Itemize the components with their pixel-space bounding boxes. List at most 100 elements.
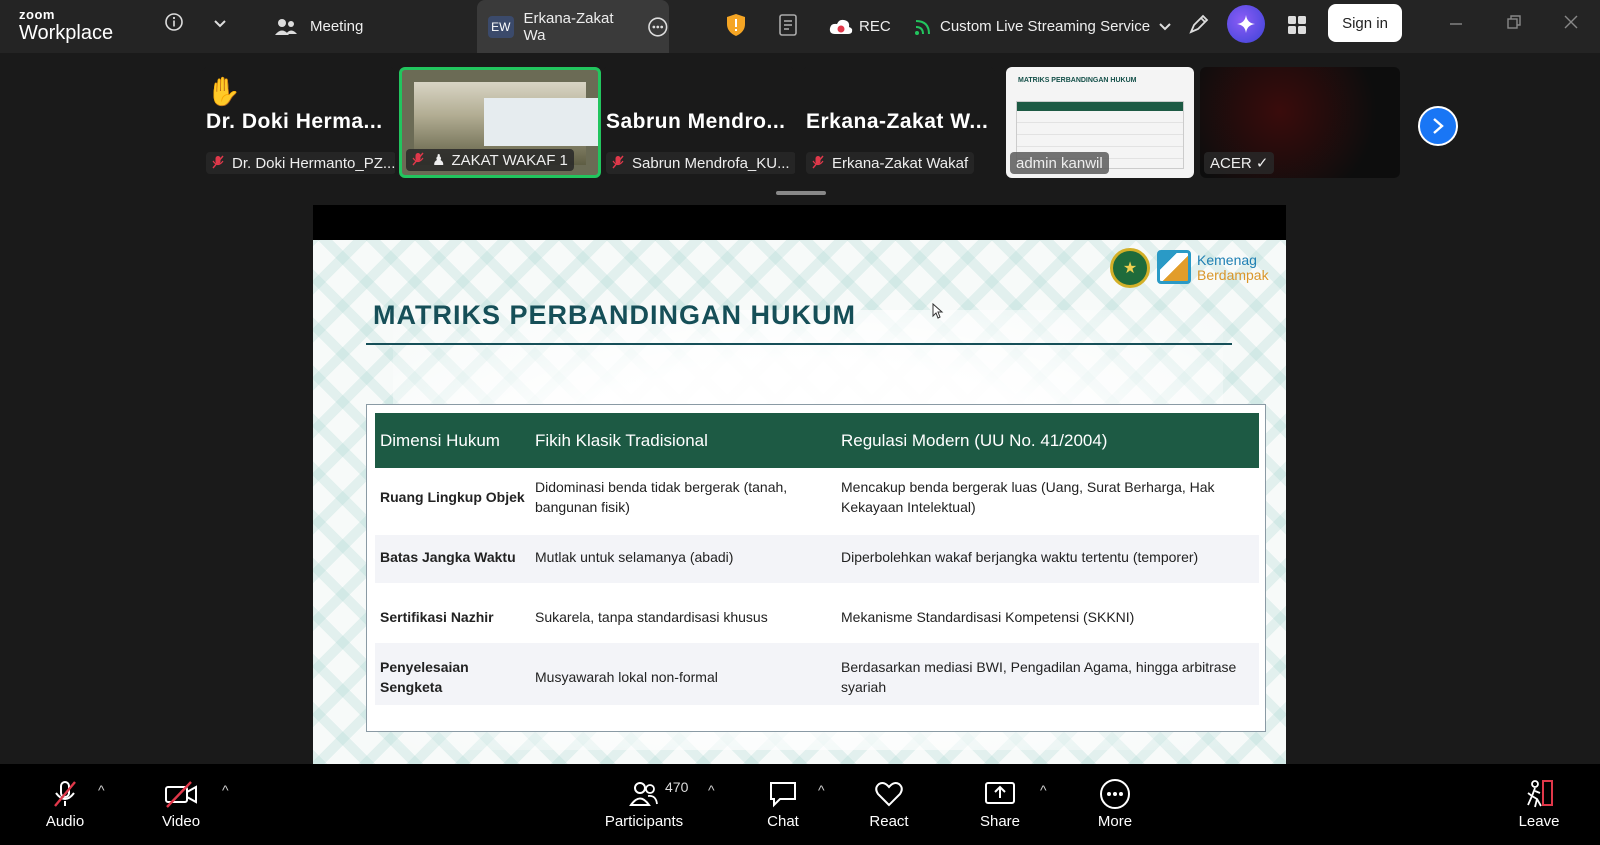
participant-nameplate: ♟ ZAKAT WAKAF 1	[406, 149, 574, 171]
more-button[interactable]: More	[1092, 764, 1138, 845]
share-options-chevron-icon[interactable]: ^	[1040, 782, 1047, 798]
participant-tile[interactable]: Sabrun Mendro... Sabrun Mendrofa_KU...	[602, 67, 795, 178]
strip-resize-handle[interactable]	[776, 191, 826, 195]
apps-icon[interactable]	[1284, 12, 1310, 38]
restore-icon[interactable]	[1506, 14, 1522, 35]
chevron-right-icon	[1433, 118, 1444, 134]
logo-line2: Workplace	[19, 22, 114, 44]
meeting-controls: Audio ^ Video ^ Participants 470 ^ Chat …	[0, 764, 1600, 845]
more-options-icon[interactable]	[647, 16, 669, 38]
leave-button[interactable]: Leave	[1516, 764, 1562, 845]
share-screen-icon	[984, 779, 1016, 809]
security-shield-icon[interactable]	[724, 12, 748, 38]
tab-shared-screen[interactable]: EW Erkana-Zakat Wa	[477, 0, 669, 53]
table-cell: Mencakup benda bergerak luas (Uang, Sura…	[841, 479, 1215, 515]
row-label: Sertifikasi Nazhir	[380, 609, 494, 625]
table-cell: Mutlak untuk selamanya (abadi)	[535, 549, 734, 565]
mic-muted-icon	[612, 155, 624, 172]
thumbnail-slide-title: MATRIKS PERBANDINGAN HUKUM	[1018, 77, 1137, 84]
participant-name: Sabrun Mendrofa_KU...	[632, 154, 790, 172]
leave-icon	[1523, 779, 1555, 809]
brand-line1: Kemenag	[1197, 252, 1257, 268]
video-label: Video	[161, 813, 201, 830]
participant-display-name: Sabrun Mendro...	[606, 110, 786, 133]
participants-button[interactable]: Participants	[602, 764, 686, 845]
heart-icon	[874, 779, 904, 809]
participants-icon	[629, 779, 659, 809]
column-header: Fikih Klasik Tradisional	[535, 430, 708, 450]
table-cell: Musyawarah lokal non-formal	[535, 669, 718, 685]
participant-screen-tile[interactable]: MATRIKS PERBANDINGAN HUKUM admin kanwil	[1006, 67, 1194, 178]
participant-nameplate: Dr. Doki Hermanto_PZ...	[206, 152, 395, 174]
kemenag-emblem-icon: ★	[1110, 248, 1150, 288]
chat-button[interactable]: Chat	[761, 764, 805, 845]
share-button[interactable]: Share	[977, 764, 1023, 845]
participants-label: Participants	[604, 813, 684, 830]
participant-nameplate: Erkana-Zakat Wakaf	[806, 152, 975, 174]
participant-display-name: Dr. Doki Herma...	[206, 110, 383, 133]
live-streaming-menu[interactable]: Custom Live Streaming Service	[914, 0, 1172, 53]
audio-label: Audio	[45, 813, 85, 830]
title-bar: zoom Workplace Meeting EW Erkana-Zakat W…	[0, 0, 1600, 53]
minimize-icon[interactable]	[1448, 14, 1464, 35]
participant-name: Dr. Doki Hermanto_PZ...	[232, 154, 395, 172]
chevron-down-icon	[1159, 22, 1171, 30]
berdampak-logo-icon	[1157, 250, 1191, 284]
react-button[interactable]: React	[866, 764, 912, 845]
audio-button[interactable]: Audio	[38, 764, 92, 845]
more-label: More	[1097, 813, 1133, 830]
participant-display-name: Erkana-Zakat W...	[806, 110, 989, 133]
participant-name: Erkana-Zakat Wakaf	[832, 154, 969, 172]
participant-video-tile[interactable]: ♟ ZAKAT WAKAF 1	[399, 67, 601, 178]
presentation-slide: ★ Kemenag Berdampak MATRIKS PERBANDINGAN…	[313, 240, 1286, 764]
table-cell: Berdasarkan mediasi BWI, Pengadilan Agam…	[841, 659, 1237, 695]
chat-label: Chat	[767, 813, 799, 830]
annotate-icon[interactable]	[1186, 11, 1212, 37]
brand-line2: Berdampak	[1197, 266, 1269, 283]
table-cell: Diperbolehkan wakaf berjangka waktu tert…	[841, 549, 1199, 565]
video-options-chevron-icon[interactable]: ^	[222, 782, 229, 798]
table-cell: Mekanisme Standardisasi Kompetensi (SKKN…	[841, 609, 1135, 625]
mic-muted-icon	[812, 155, 824, 172]
row-label: Ruang Lingkup Objek	[380, 489, 525, 505]
recording-indicator[interactable]: REC	[829, 0, 891, 53]
video-button[interactable]: Video	[155, 764, 207, 845]
participant-name: admin kanwil	[1016, 154, 1103, 172]
info-icon[interactable]	[162, 10, 186, 34]
participants-options-chevron-icon[interactable]: ^	[708, 782, 715, 798]
table-cell: Didominasi benda tidak bergerak (tanah, …	[535, 479, 788, 515]
mic-muted-icon	[212, 155, 224, 172]
tab-meeting-label: Meeting	[310, 18, 364, 35]
row-label: Batas Jangka Waktu	[380, 549, 516, 565]
stream-label: Custom Live Streaming Service	[940, 18, 1151, 35]
react-label: React	[869, 813, 909, 830]
raised-hand-icon: ✋	[206, 76, 241, 107]
participant-tile[interactable]: Erkana-Zakat W... Erkana-Zakat Wakaf	[802, 67, 995, 178]
video-off-icon	[164, 779, 198, 809]
audio-options-chevron-icon[interactable]: ^	[98, 782, 105, 798]
title-divider	[366, 343, 1232, 345]
projected-screen	[484, 98, 598, 146]
next-page-button[interactable]	[1418, 106, 1458, 146]
participant-nameplate: admin kanwil	[1010, 152, 1109, 174]
column-header: Dimensi Hukum	[380, 430, 500, 450]
column-header: Regulasi Modern (UU No. 41/2004)	[841, 430, 1108, 450]
tab-shared-screen-label: Erkana-Zakat Wa	[523, 9, 614, 44]
document-icon[interactable]	[776, 12, 802, 38]
sign-in-button[interactable]: Sign in	[1328, 4, 1402, 42]
tab-meeting[interactable]: Meeting	[274, 0, 363, 53]
more-icon	[1099, 779, 1131, 809]
table-header: Dimensi Hukum Fikih Klasik Tradisional R…	[375, 413, 1259, 468]
chevron-down-icon[interactable]	[208, 12, 232, 36]
zoom-logo: zoom Workplace	[19, 8, 113, 43]
broadcast-icon	[915, 19, 930, 35]
participant-name: ZAKAT WAKAF 1	[451, 151, 568, 169]
participant-tile[interactable]: ACER ✓	[1200, 67, 1400, 178]
chat-options-chevron-icon[interactable]: ^	[818, 782, 825, 798]
participant-count: 470	[665, 779, 689, 795]
shared-screen: ★ Kemenag Berdampak MATRIKS PERBANDINGAN…	[313, 205, 1286, 764]
ai-companion-icon[interactable]	[1227, 5, 1265, 43]
participant-tile[interactable]: ✋ Dr. Doki Herma... Dr. Doki Hermanto_PZ…	[202, 67, 395, 178]
close-icon[interactable]	[1563, 14, 1579, 35]
brand-text: Kemenag Berdampak	[1197, 253, 1269, 282]
